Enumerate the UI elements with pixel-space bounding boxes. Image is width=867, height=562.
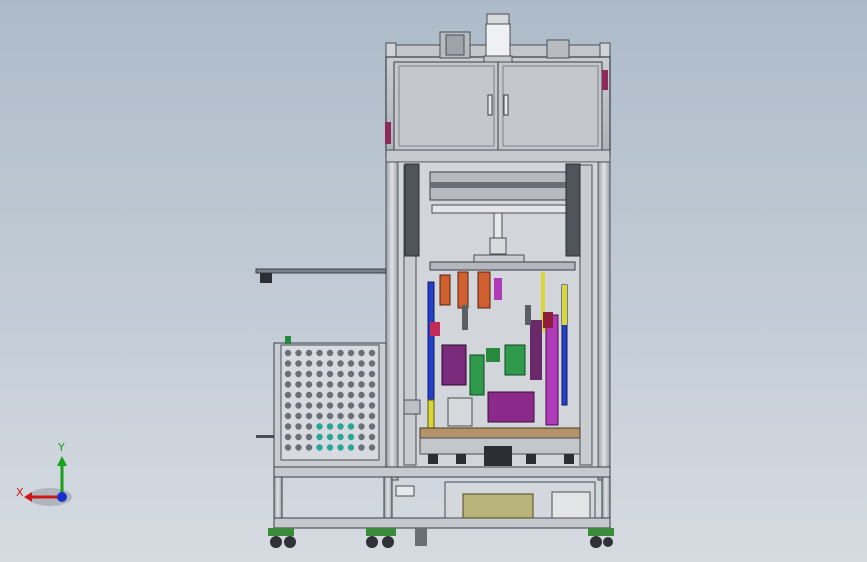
panel-hole bbox=[284, 412, 292, 420]
panel-hole bbox=[305, 360, 313, 367]
panel-hole bbox=[347, 423, 355, 430]
axis-triad bbox=[24, 456, 72, 506]
panel-hole bbox=[305, 423, 313, 430]
panel-hole bbox=[316, 381, 323, 388]
panel-hole bbox=[358, 433, 365, 441]
panel-hole bbox=[295, 423, 302, 430]
panel-hole bbox=[305, 433, 313, 441]
panel-hole bbox=[316, 423, 323, 430]
panel-hole bbox=[305, 412, 313, 420]
panel-hole bbox=[347, 444, 355, 451]
panel-hole bbox=[347, 402, 355, 409]
panel-hole bbox=[295, 444, 302, 451]
panel-hole bbox=[305, 349, 313, 357]
panel-hole bbox=[305, 370, 313, 378]
panel-hole bbox=[347, 360, 355, 367]
panel-hole bbox=[368, 381, 376, 388]
panel-hole bbox=[284, 391, 292, 399]
panel-hole bbox=[305, 402, 313, 409]
panel-hole bbox=[284, 433, 292, 441]
panel-hole bbox=[295, 349, 302, 357]
panel-hole bbox=[347, 349, 355, 357]
panel-hole bbox=[368, 444, 376, 451]
panel-hole bbox=[368, 349, 376, 357]
panel-hole bbox=[316, 433, 323, 441]
panel-hole bbox=[295, 412, 302, 420]
perforated-enclosure bbox=[273, 336, 387, 469]
panel-hole bbox=[337, 381, 344, 388]
panel-hole bbox=[337, 412, 344, 420]
panel-hole bbox=[326, 423, 334, 430]
panel-hole bbox=[368, 412, 376, 420]
panel-hole bbox=[337, 444, 344, 451]
panel-hole bbox=[368, 433, 376, 441]
panel-hole bbox=[358, 412, 365, 420]
panel-hole bbox=[295, 391, 302, 399]
panel-hole bbox=[368, 402, 376, 409]
panel-hole bbox=[326, 381, 334, 388]
panel-hole bbox=[347, 370, 355, 378]
panel-hole bbox=[358, 370, 365, 378]
panel-hole bbox=[326, 360, 334, 367]
panel-hole bbox=[326, 349, 334, 357]
panel-hole bbox=[358, 360, 365, 367]
panel-hole bbox=[358, 381, 365, 388]
panel-hole bbox=[347, 433, 355, 441]
panel-hole bbox=[358, 391, 365, 399]
panel-hole bbox=[358, 423, 365, 430]
panel-hole bbox=[284, 381, 292, 388]
panel-hole bbox=[358, 402, 365, 409]
panel-hole bbox=[316, 360, 323, 367]
panel-hole bbox=[284, 360, 292, 367]
panel-hole bbox=[305, 381, 313, 388]
panel-hole bbox=[326, 391, 334, 399]
panel-hole bbox=[284, 444, 292, 451]
panel-hole bbox=[295, 360, 302, 367]
panel-hole bbox=[337, 349, 344, 357]
panel-hole bbox=[316, 402, 323, 409]
panel-hole bbox=[326, 412, 334, 420]
panel-hole bbox=[305, 444, 313, 451]
cad-viewport[interactable]: Y X bbox=[0, 0, 867, 562]
panel-hole bbox=[295, 433, 302, 441]
panel-hole bbox=[326, 402, 334, 409]
panel-hole bbox=[337, 402, 344, 409]
panel-hole bbox=[368, 423, 376, 430]
panel-hole bbox=[284, 349, 292, 357]
panel-hole bbox=[316, 412, 323, 420]
panel-hole bbox=[337, 391, 344, 399]
panel-hole bbox=[316, 391, 323, 399]
panel-hole bbox=[326, 433, 334, 441]
panel-hole bbox=[326, 370, 334, 378]
base-frame bbox=[268, 466, 614, 548]
panel-hole bbox=[305, 391, 313, 399]
panel-hole bbox=[295, 381, 302, 388]
panel-hole bbox=[337, 360, 344, 367]
panel-hole bbox=[337, 423, 344, 430]
panel-hole bbox=[284, 402, 292, 409]
panel-hole bbox=[295, 370, 302, 378]
top-cabinet bbox=[385, 13, 611, 158]
axis-x-label: X bbox=[16, 486, 24, 499]
panel-hole bbox=[368, 391, 376, 399]
panel-hole bbox=[368, 360, 376, 367]
panel-hole bbox=[368, 370, 376, 378]
axis-y-label: Y bbox=[58, 441, 65, 454]
panel-hole bbox=[316, 370, 323, 378]
panel-hole bbox=[284, 423, 292, 430]
panel-hole bbox=[295, 402, 302, 409]
panel-hole bbox=[347, 391, 355, 399]
panel-hole bbox=[284, 370, 292, 378]
panel-hole bbox=[358, 349, 365, 357]
panel-hole bbox=[347, 381, 355, 388]
machine-model bbox=[24, 13, 614, 548]
panel-hole bbox=[347, 412, 355, 420]
panel-hole bbox=[337, 370, 344, 378]
panel-hole bbox=[358, 444, 365, 451]
panel-hole bbox=[337, 433, 344, 441]
panel-hole bbox=[326, 444, 334, 451]
panel-hole bbox=[316, 349, 323, 357]
panel-hole bbox=[316, 444, 323, 451]
